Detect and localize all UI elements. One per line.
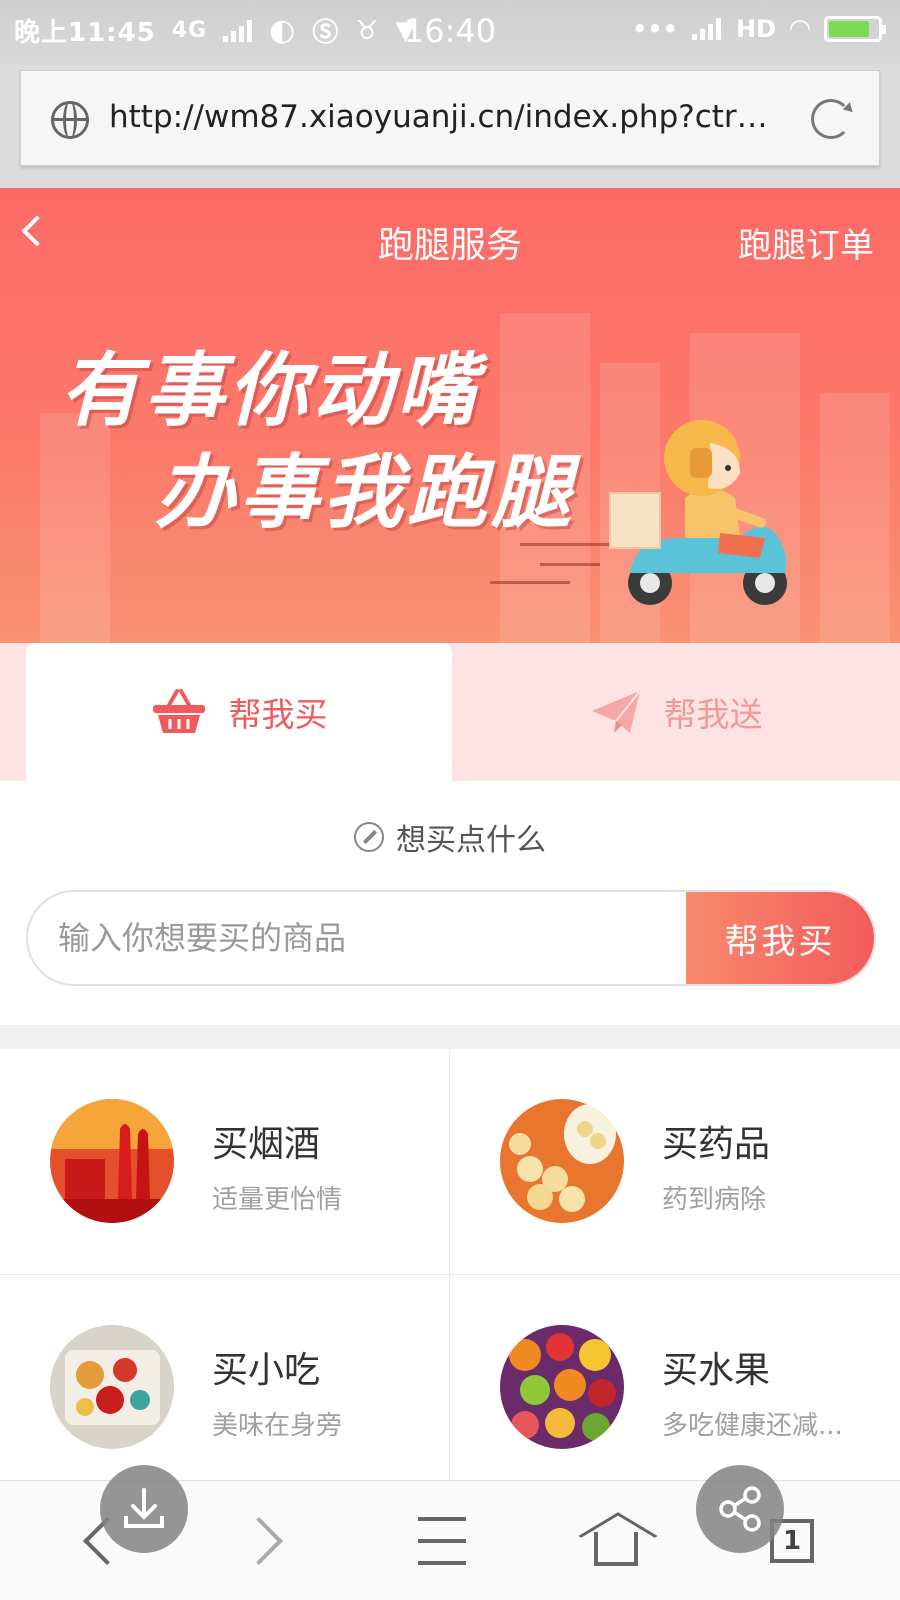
errand-orders-link[interactable]: 跑腿订单 bbox=[738, 218, 874, 267]
category-liquor[interactable]: 买烟酒 适量更怡情 bbox=[0, 1049, 450, 1275]
buy-prompt: 想买点什么 bbox=[0, 815, 900, 859]
edit-pen-icon bbox=[354, 822, 384, 852]
share-icon bbox=[719, 1486, 761, 1532]
service-tabs: 帮我买 帮我送 bbox=[0, 643, 900, 781]
tab-help-send-label: 帮我送 bbox=[663, 695, 763, 734]
category-title: 买烟酒 bbox=[212, 1124, 321, 1165]
delivery-rider-illustration bbox=[609, 420, 787, 605]
category-title: 买水果 bbox=[662, 1350, 771, 1391]
category-fruit[interactable]: 买水果 多吃健康还减... bbox=[450, 1275, 900, 1501]
hero-banner: 跑腿服务 跑腿订单 有事你动嘴 办事我跑腿 bbox=[0, 188, 900, 643]
browser-bottom-nav: 1 bbox=[0, 1465, 900, 1600]
category-title: 买药品 bbox=[662, 1124, 771, 1165]
buy-search-box: 帮我买 bbox=[26, 890, 876, 986]
pills-photo bbox=[500, 1099, 624, 1223]
browser-home-button[interactable] bbox=[576, 1501, 656, 1581]
reload-icon[interactable] bbox=[811, 99, 851, 139]
wifi-icon: ◠ bbox=[790, 14, 810, 44]
category-snacks[interactable]: 买小吃 美味在身旁 bbox=[0, 1275, 450, 1501]
globe-icon bbox=[51, 101, 89, 139]
category-subtitle: 美味在身旁 bbox=[212, 1411, 343, 1441]
tab-help-send[interactable]: 帮我送 bbox=[452, 643, 900, 781]
battery-icon bbox=[824, 16, 886, 42]
chevron-right-icon bbox=[234, 1516, 284, 1566]
url-text[interactable]: http://wm87.xiaoyuanji.cn/index.php?ctrl… bbox=[109, 99, 769, 135]
buy-prompt-text: 想买点什么 bbox=[396, 823, 546, 858]
status-right: ••• HD ◠ bbox=[631, 14, 886, 44]
share-button[interactable] bbox=[696, 1465, 784, 1553]
category-subtitle: 多吃健康还减... bbox=[662, 1411, 843, 1441]
section-divider bbox=[0, 1025, 900, 1049]
paper-plane-icon bbox=[591, 690, 641, 733]
basket-icon bbox=[152, 689, 205, 733]
browser-menu-button[interactable] bbox=[402, 1501, 482, 1581]
category-subtitle: 适量更怡情 bbox=[212, 1185, 343, 1215]
more-dots-icon: ••• bbox=[631, 15, 678, 43]
slogan-line-2: 办事我跑腿 bbox=[155, 446, 575, 539]
category-title: 买小吃 bbox=[212, 1350, 321, 1391]
tab-help-buy-label: 帮我买 bbox=[228, 695, 328, 734]
category-subtitle: 药到病除 bbox=[662, 1185, 767, 1215]
hd-label: HD bbox=[735, 15, 776, 43]
signal-icon-2 bbox=[691, 18, 722, 40]
product-input[interactable] bbox=[28, 892, 688, 984]
category-medicine[interactable]: 买药品 药到病除 bbox=[450, 1049, 900, 1275]
snacks-photo bbox=[50, 1325, 174, 1449]
address-bar[interactable]: http://wm87.xiaoyuanji.cn/index.php?ctrl… bbox=[20, 70, 880, 166]
download-icon bbox=[124, 1488, 164, 1528]
browser-address-area: http://wm87.xiaoyuanji.cn/index.php?ctrl… bbox=[0, 64, 900, 188]
category-grid: 买烟酒 适量更怡情 买药品 药到病除 买小吃 美味在身旁 买水果 多吃健康还减.… bbox=[0, 1049, 900, 1501]
help-buy-button[interactable]: 帮我买 bbox=[686, 892, 874, 984]
status-bar: 晚上11:45 4G ◐ Ⓢ ♉ ▼ 16:40 ••• HD ◠ bbox=[0, 0, 900, 64]
page: 晚上11:45 4G ◐ Ⓢ ♉ ▼ 16:40 ••• HD ◠ http:/… bbox=[0, 0, 900, 1600]
fruit-photo bbox=[500, 1325, 624, 1449]
download-button[interactable] bbox=[100, 1465, 188, 1553]
liquor-photo bbox=[50, 1099, 174, 1223]
home-icon bbox=[594, 1532, 638, 1566]
tab-help-buy[interactable]: 帮我买 bbox=[26, 643, 452, 781]
browser-forward-button[interactable] bbox=[226, 1501, 306, 1581]
slogan-line-1: 有事你动嘴 bbox=[60, 344, 480, 437]
